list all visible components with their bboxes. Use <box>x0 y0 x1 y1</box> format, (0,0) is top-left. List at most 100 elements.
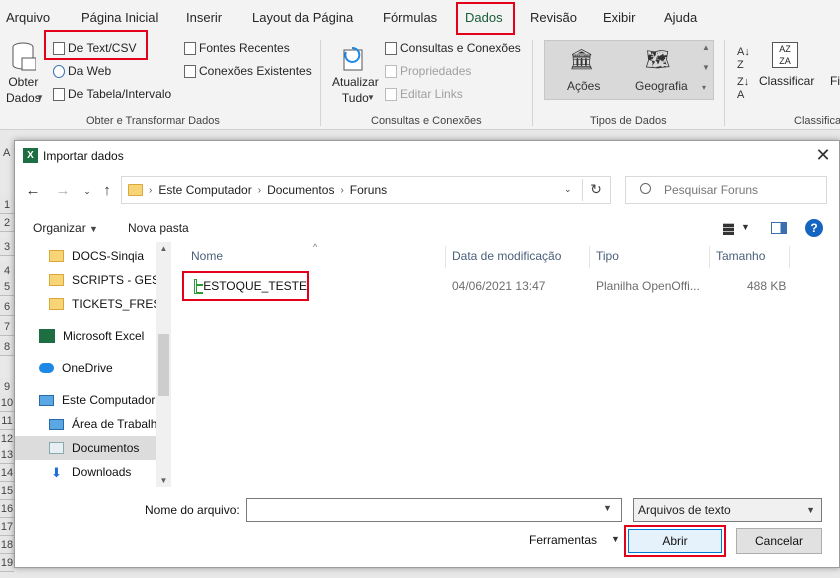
file-size: 488 KB <box>747 279 787 293</box>
tab-revisao[interactable]: Revisão <box>530 10 577 25</box>
row-number: 3 <box>0 238 14 256</box>
chevron-down-icon[interactable]: ▼ <box>741 222 750 232</box>
help-icon[interactable]: ? <box>805 219 823 237</box>
close-icon[interactable]: ✕ <box>813 145 833 165</box>
breadcrumb-this-pc[interactable]: Este Computador <box>158 183 251 197</box>
sort-button[interactable]: Classificar <box>759 74 814 88</box>
ribbon-body: Obter Dados ▼ De Text/CSV Da Web De Tabe… <box>0 30 840 130</box>
refresh-icon[interactable]: ↻ <box>586 181 606 198</box>
from-table-label: De Tabela/Intervalo <box>68 87 172 101</box>
chevron-down-icon[interactable]: ⌄ <box>79 183 95 199</box>
row-number: 17 <box>0 518 14 536</box>
nav-item-onedrive[interactable]: OneDrive <box>15 356 157 380</box>
tab-ajuda[interactable]: Ajuda <box>664 10 697 25</box>
back-arrow-icon[interactable]: ← <box>25 183 41 199</box>
tab-pagina-inicial[interactable]: Página Inicial <box>81 10 158 25</box>
new-folder-button[interactable]: Nova pasta <box>128 221 189 235</box>
nav-item-label: Microsoft Excel <box>63 329 145 343</box>
existing-connections-button[interactable]: Conexões Existentes <box>184 64 312 78</box>
column-header-name[interactable]: Nome <box>191 249 223 263</box>
nav-item-this-pc[interactable]: Este Computador <box>15 388 157 412</box>
queries-connections-label: Consultas e Conexões <box>400 41 521 55</box>
forward-arrow-icon[interactable]: → <box>55 183 71 199</box>
tab-layout[interactable]: Layout da Página <box>252 10 353 25</box>
preview-pane-icon[interactable] <box>771 222 787 234</box>
row-number: 1 <box>0 196 14 214</box>
group-sort-partial: Classifica <box>794 115 840 127</box>
sort-az-icon[interactable]: A↓ Z <box>737 46 750 72</box>
queries-connections-button[interactable]: Consultas e Conexões <box>385 41 521 55</box>
queries-icon <box>385 41 397 55</box>
filename-label: Nome do arquivo: <box>145 503 240 517</box>
sort-ascending-icon: ^ <box>313 242 318 252</box>
organize-label: Organizar <box>33 221 86 235</box>
nav-item-documents[interactable]: Documentos <box>15 436 157 460</box>
existing-connections-label: Conexões Existentes <box>199 64 312 78</box>
scroll-up-icon[interactable]: ▲ <box>702 43 710 52</box>
tab-exibir[interactable]: Exibir <box>603 10 636 25</box>
nav-item-label: Downloads <box>72 465 132 479</box>
address-dropdown-icon[interactable]: ⌄ <box>564 184 572 195</box>
edit-links-button[interactable]: Editar Links <box>385 87 463 101</box>
dialog-titlebar[interactable]: X Importar dados ✕ <box>15 141 839 171</box>
nav-item-desktop[interactable]: Área de Trabalho <box>15 412 157 436</box>
scroll-up-icon[interactable]: ▲ <box>158 244 169 253</box>
import-data-dialog: X Importar dados ✕ ← → ⌄ ↑ › Este Comput… <box>14 140 840 568</box>
connections-icon <box>184 64 196 78</box>
tools-button[interactable]: Ferramentas <box>529 533 597 547</box>
chevron-down-icon[interactable]: ▼ <box>611 534 620 544</box>
column-header-size[interactable]: Tamanho <box>716 249 765 263</box>
group-queries: Consultas e Conexões <box>371 115 482 127</box>
breadcrumb-documents[interactable]: Documentos <box>267 183 334 197</box>
search-input[interactable]: Pesquisar Foruns <box>625 176 827 204</box>
tab-arquivo[interactable]: Arquivo <box>6 10 50 25</box>
chevron-down-icon[interactable]: ▼ <box>603 503 612 513</box>
tab-inserir[interactable]: Inserir <box>186 10 222 25</box>
from-table-button[interactable]: De Tabela/Intervalo <box>53 87 171 101</box>
recent-sources-button[interactable]: Fontes Recentes <box>184 41 290 55</box>
scroll-down-icon[interactable]: ▼ <box>158 476 169 485</box>
filter-button-partial[interactable]: Fi <box>830 74 840 88</box>
folder-icon <box>49 298 64 310</box>
group-get-transform: Obter e Transformar Dados <box>86 115 220 127</box>
row-number: 16 <box>0 500 14 518</box>
excel-ribbon: Arquivo Página Inicial Inserir Layout da… <box>0 0 840 130</box>
gallery-more-icon[interactable]: ▾ <box>702 83 706 92</box>
scroll-down-icon[interactable]: ▼ <box>702 63 710 72</box>
up-arrow-icon[interactable]: ↑ <box>99 183 115 199</box>
from-web-button[interactable]: Da Web <box>53 64 111 78</box>
breadcrumb-foruns[interactable]: Foruns <box>350 183 387 197</box>
tab-formulas[interactable]: Fórmulas <box>383 10 437 25</box>
properties-button[interactable]: Propriedades <box>385 64 471 78</box>
address-bar[interactable]: › Este Computador › Documentos › Foruns <box>121 176 611 204</box>
open-button[interactable]: Abrir <box>628 529 722 553</box>
nav-item-label: SCRIPTS - GESTA <box>72 273 157 287</box>
column-header-type[interactable]: Tipo <box>596 249 619 263</box>
column-header-modified[interactable]: Data de modificação <box>452 249 561 263</box>
scrollbar-thumb[interactable] <box>158 334 169 396</box>
filename-input[interactable] <box>246 498 622 522</box>
nav-item-microsoft-excel[interactable]: Microsoft Excel <box>15 324 157 348</box>
links-icon <box>385 87 397 101</box>
file-name-cell[interactable]: ESTOQUE_TESTE <box>182 271 309 301</box>
organize-button[interactable]: Organizar ▼ <box>33 221 98 235</box>
view-options-icon[interactable]: ▬ ▬ ▬ <box>723 219 734 238</box>
file-type-select[interactable]: Arquivos de texto ▼ <box>633 498 822 522</box>
geography-button[interactable]: Geografia <box>635 79 688 93</box>
row-number: 6 <box>0 298 14 316</box>
sort-za-icon[interactable]: Z↓ A <box>737 76 749 102</box>
stocks-button[interactable]: Ações <box>567 79 600 93</box>
cancel-button[interactable]: Cancelar <box>736 528 822 554</box>
nav-item-docs-sinqia[interactable]: DOCS-Sinqia <box>15 244 157 268</box>
globe-icon <box>53 64 65 78</box>
nav-scrollbar[interactable]: ▲ ▼ <box>156 242 171 487</box>
nav-item-tickets[interactable]: TICKETS_FRESH <box>15 292 157 316</box>
row-number: 14 <box>0 464 14 482</box>
nav-item-downloads[interactable]: ⬇ Downloads <box>15 460 157 484</box>
file-type: Planilha OpenOffi... <box>596 279 700 293</box>
folder-icon <box>49 250 64 262</box>
navigation-bar: ← → ⌄ ↑ › Este Computador › Documentos ›… <box>15 171 839 211</box>
nav-item-scripts[interactable]: SCRIPTS - GESTA <box>15 268 157 292</box>
dialog-toolbar: Organizar ▼ Nova pasta ▬ ▬ ▬ ▼ ? <box>15 213 839 241</box>
edit-links-label: Editar Links <box>400 87 463 101</box>
